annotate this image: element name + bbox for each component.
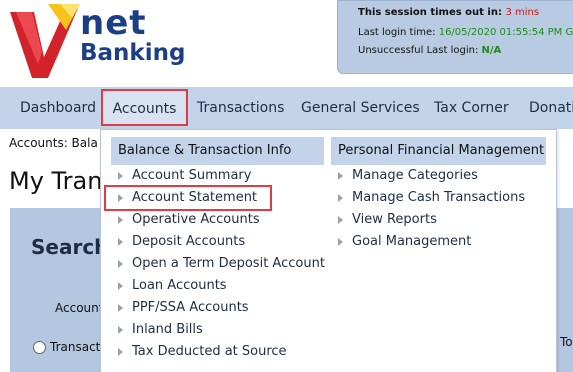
- menu-tax-deducted-at-source[interactable]: Tax Deducted at Source: [113, 342, 287, 362]
- last-login: Last login time: 16/05/2020 01:55:54 PM …: [358, 27, 573, 38]
- search-title: Search: [31, 235, 109, 259]
- logo-banking-text: Banking: [80, 40, 186, 66]
- menu-inland-bills[interactable]: Inland Bills: [113, 320, 203, 340]
- arrow-icon: [118, 172, 123, 180]
- arrow-icon: [118, 326, 123, 334]
- menu-manage-cash-transactions[interactable]: Manage Cash Transactions: [333, 188, 525, 208]
- nav-transactions[interactable]: Transactions: [197, 87, 284, 129]
- unsuccessful-login-value: N/A: [481, 45, 502, 56]
- arrow-icon: [338, 238, 343, 246]
- arrow-icon: [118, 282, 123, 290]
- account-label: Account: [55, 301, 104, 315]
- to-label: To: [560, 335, 573, 349]
- unsuccessful-login: Unsuccessful Last login: N/A: [358, 45, 501, 56]
- arrow-icon: [118, 260, 123, 268]
- accounts-dropdown-menu: Balance & Transaction Info Personal Fina…: [100, 129, 557, 372]
- nav-dashboard[interactable]: Dashboard: [20, 87, 96, 129]
- menu-manage-categories[interactable]: Manage Categories: [333, 166, 478, 186]
- menu-account-summary[interactable]: Account Summary: [113, 166, 251, 186]
- page-title: My Tran: [9, 167, 103, 195]
- arrow-icon: [338, 172, 343, 180]
- arrow-icon: [338, 216, 343, 224]
- vnet-banking-logo[interactable]: net Banking: [0, 0, 200, 80]
- main-navbar: Dashboard Accounts Transactions General …: [0, 87, 573, 129]
- menu-operative-accounts[interactable]: Operative Accounts: [113, 210, 260, 230]
- last-login-value: 16/05/2020 01:55:54 PM GMT: [438, 27, 573, 38]
- transaction-radio[interactable]: [33, 341, 46, 354]
- last-login-label: Last login time:: [358, 27, 436, 38]
- arrow-icon: [118, 216, 123, 224]
- menu-view-reports[interactable]: View Reports: [333, 210, 437, 230]
- menu-ppf-ssa-accounts[interactable]: PPF/SSA Accounts: [113, 298, 249, 318]
- nav-donation[interactable]: Donati: [529, 87, 573, 129]
- menu-deposit-accounts[interactable]: Deposit Accounts: [113, 232, 245, 252]
- arrow-icon: [118, 194, 123, 202]
- unsuccessful-login-label: Unsuccessful Last login:: [358, 45, 479, 56]
- arrow-icon: [118, 238, 123, 246]
- nav-tax-corner[interactable]: Tax Corner: [434, 87, 509, 129]
- arrow-icon: [118, 304, 123, 312]
- menu-loan-accounts[interactable]: Loan Accounts: [113, 276, 227, 296]
- breadcrumb: Accounts: Bala: [9, 136, 98, 150]
- session-timeout: This session times out in: 3 mins: [358, 7, 539, 18]
- balance-transaction-header: Balance & Transaction Info: [111, 137, 324, 165]
- arrow-icon: [118, 348, 123, 356]
- arrow-icon: [338, 194, 343, 202]
- nav-accounts[interactable]: Accounts: [101, 89, 188, 126]
- session-timeout-label: This session times out in:: [358, 7, 502, 18]
- v-logo-icon: [10, 4, 80, 78]
- personal-finance-header: Personal Financial Management: [331, 137, 546, 165]
- menu-open-term-deposit[interactable]: Open a Term Deposit Account: [113, 254, 325, 274]
- menu-account-statement[interactable]: Account Statement: [113, 188, 257, 208]
- session-info-panel: This session times out in: 3 mins Last l…: [337, 0, 573, 74]
- menu-goal-management[interactable]: Goal Management: [333, 232, 471, 252]
- logo-net-text: net: [80, 3, 147, 43]
- session-timeout-value: 3 mins: [505, 7, 540, 18]
- nav-general-services[interactable]: General Services: [301, 87, 420, 129]
